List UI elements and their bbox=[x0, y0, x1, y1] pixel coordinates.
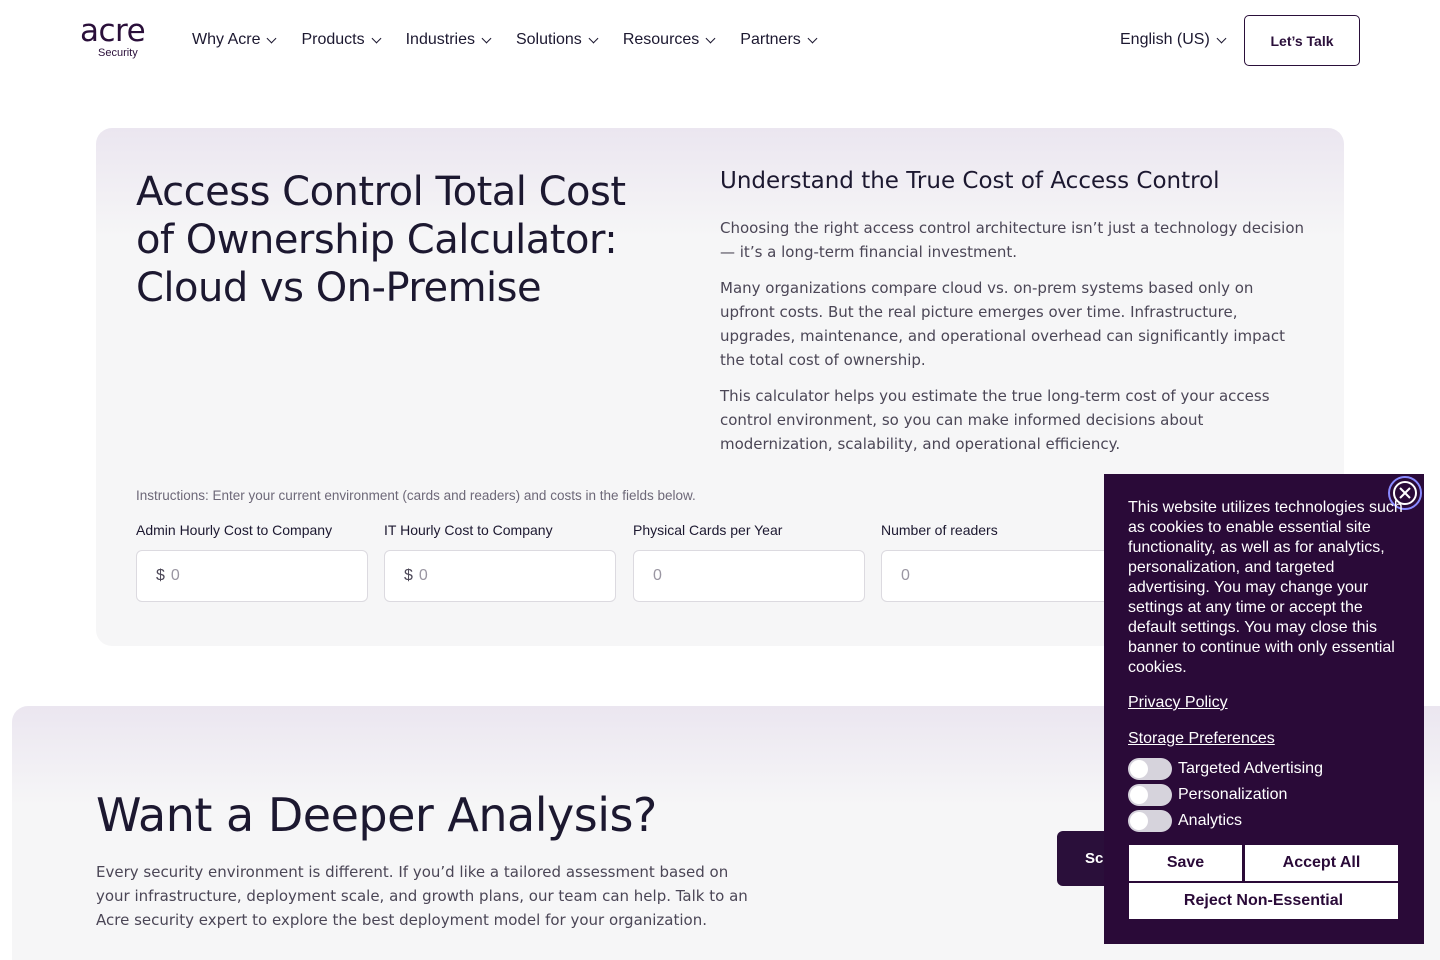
page-title: Access Control Total Cost of Ownership C… bbox=[136, 169, 626, 311]
cookie-banner: This website utilizes technologies such … bbox=[1104, 474, 1424, 944]
lets-talk-button[interactable]: Let’s Talk bbox=[1244, 15, 1360, 66]
toggle-label: Personalization bbox=[1178, 786, 1288, 803]
logo-wordmark: acre bbox=[80, 13, 146, 49]
toggle-label: Targeted Advertising bbox=[1178, 760, 1323, 777]
chevron-down-icon bbox=[1216, 33, 1227, 43]
intro-paragraph: This calculator helps you estimate the t… bbox=[720, 387, 1270, 453]
intro-heading: Understand the True Cost of Access Contr… bbox=[720, 168, 1220, 194]
calculator-instructions: Instructions: Enter your current environ… bbox=[136, 488, 696, 503]
readers-input[interactable] bbox=[901, 567, 1071, 585]
privacy-policy-link[interactable]: Privacy Policy bbox=[1128, 694, 1228, 712]
storage-preferences-link[interactable]: Storage Preferences bbox=[1128, 730, 1275, 748]
analytics-toggle[interactable] bbox=[1128, 810, 1172, 832]
admin-cost-input[interactable] bbox=[170, 567, 341, 585]
it-cost-label: IT Hourly Cost to Company bbox=[384, 522, 553, 538]
chevron-down-icon bbox=[588, 33, 599, 43]
language-selector[interactable]: English (US) bbox=[1120, 27, 1227, 53]
nav-label: Products bbox=[301, 31, 365, 48]
accept-all-button[interactable]: Accept All bbox=[1245, 845, 1398, 881]
nav-label: Industries bbox=[405, 31, 475, 48]
admin-cost-field[interactable]: $ bbox=[136, 550, 368, 602]
toggle-knob bbox=[1130, 786, 1148, 804]
toggle-knob bbox=[1130, 760, 1148, 778]
intro-paragraph: Choosing the right access control archit… bbox=[720, 219, 1305, 261]
analysis-body: Every security environment is different.… bbox=[96, 863, 748, 929]
nav-why-acre[interactable]: Why Acre bbox=[192, 27, 277, 53]
cards-per-year-input[interactable] bbox=[653, 567, 823, 585]
analysis-heading: Want a Deeper Analysis? bbox=[96, 788, 657, 842]
chevron-down-icon bbox=[481, 33, 492, 43]
main-nav: Why Acre Products Industries Solutions R… bbox=[192, 27, 842, 53]
site-header: acre Security Why Acre Products Industri… bbox=[0, 0, 1440, 80]
intro-paragraph: Many organizations compare cloud vs. on-… bbox=[720, 279, 1285, 369]
readers-field[interactable] bbox=[881, 550, 1113, 602]
toggle-row-targeted-advertising: Targeted Advertising bbox=[1128, 758, 1323, 780]
it-cost-input[interactable] bbox=[418, 567, 589, 585]
cards-per-year-label: Physical Cards per Year bbox=[633, 522, 783, 538]
personalization-toggle[interactable] bbox=[1128, 784, 1172, 806]
targeted-advertising-toggle[interactable] bbox=[1128, 758, 1172, 780]
language-label: English (US) bbox=[1120, 31, 1210, 48]
chevron-down-icon bbox=[807, 33, 818, 43]
toggle-row-analytics: Analytics bbox=[1128, 810, 1242, 832]
toggle-knob bbox=[1130, 812, 1148, 830]
nav-label: Solutions bbox=[515, 31, 582, 48]
cards-per-year-field[interactable] bbox=[633, 550, 865, 602]
cookie-message: This website utilizes technologies such … bbox=[1128, 499, 1403, 676]
chevron-down-icon bbox=[705, 33, 716, 43]
nav-resources[interactable]: Resources bbox=[622, 27, 716, 53]
chevron-down-icon bbox=[371, 33, 382, 43]
nav-label: Why Acre bbox=[192, 31, 261, 48]
toggle-row-personalization: Personalization bbox=[1128, 784, 1287, 806]
it-cost-field[interactable]: $ bbox=[384, 550, 616, 602]
toggle-label: Analytics bbox=[1178, 812, 1243, 829]
nav-industries[interactable]: Industries bbox=[405, 27, 492, 53]
nav-label: Resources bbox=[622, 31, 700, 48]
admin-cost-label: Admin Hourly Cost to Company bbox=[136, 522, 333, 538]
nav-label: Partners bbox=[740, 31, 801, 48]
nav-partners[interactable]: Partners bbox=[740, 27, 818, 53]
nav-solutions[interactable]: Solutions bbox=[515, 27, 599, 53]
currency-prefix: $ bbox=[156, 567, 165, 584]
acre-logo[interactable]: acre Security bbox=[80, 16, 158, 62]
reject-non-essential-button[interactable]: Reject Non-Essential bbox=[1129, 883, 1398, 919]
currency-prefix: $ bbox=[404, 567, 413, 584]
logo-subtitle: Security bbox=[98, 47, 138, 59]
readers-label: Number of readers bbox=[881, 522, 998, 538]
save-button[interactable]: Save bbox=[1129, 845, 1242, 881]
nav-products[interactable]: Products bbox=[301, 27, 382, 53]
chevron-down-icon bbox=[267, 33, 277, 43]
